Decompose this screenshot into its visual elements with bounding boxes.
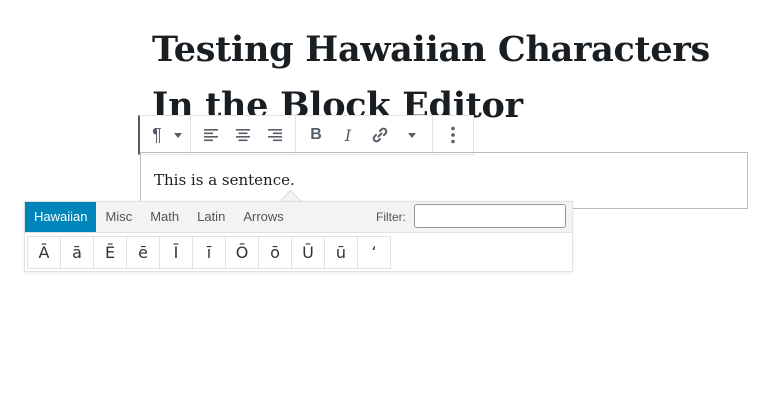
block-type-chevron-icon[interactable]	[170, 117, 186, 153]
more-options-icon[interactable]	[437, 117, 469, 153]
link-icon[interactable]	[364, 117, 396, 153]
align-right-icon[interactable]	[259, 117, 291, 153]
tab-arrows[interactable]: Arrows	[234, 202, 292, 232]
bold-icon[interactable]: B	[300, 117, 332, 153]
italic-icon[interactable]: I	[332, 117, 364, 153]
char-i-macron[interactable]: ī	[192, 236, 226, 269]
align-left-icon[interactable]	[195, 117, 227, 153]
block-type-group: ¶	[140, 116, 191, 154]
post-title-line-1: Testing Hawaiian Characters	[152, 29, 710, 70]
char-A-macron[interactable]: Ā	[27, 236, 61, 269]
paragraph-icon[interactable]: ¶	[144, 117, 170, 153]
character-grid: Ā ā Ē ē Ī ī Ō ō Ū ū ʻ	[25, 233, 572, 269]
popup-header: Hawaiian Misc Math Latin Arrows Filter:	[25, 202, 572, 233]
char-u-macron[interactable]: ū	[324, 236, 358, 269]
paragraph-text[interactable]: This is a sentence.	[154, 171, 295, 189]
filter-input[interactable]	[414, 204, 566, 228]
char-E-macron[interactable]: Ē	[93, 236, 127, 269]
tab-math[interactable]: Math	[141, 202, 188, 232]
tab-hawaiian[interactable]: Hawaiian	[25, 202, 97, 232]
char-o-macron[interactable]: ō	[258, 236, 292, 269]
special-characters-popup: Hawaiian Misc Math Latin Arrows Filter: …	[24, 201, 573, 272]
align-center-icon[interactable]	[227, 117, 259, 153]
alignment-group	[191, 116, 296, 154]
filter-label: Filter:	[376, 210, 406, 224]
char-I-macron[interactable]: Ī	[159, 236, 193, 269]
char-e-macron[interactable]: ē	[126, 236, 160, 269]
options-group	[433, 116, 473, 154]
char-a-macron[interactable]: ā	[60, 236, 94, 269]
tab-misc[interactable]: Misc	[96, 202, 141, 232]
char-U-macron[interactable]: Ū	[291, 236, 325, 269]
tab-latin[interactable]: Latin	[188, 202, 234, 232]
char-O-macron[interactable]: Ō	[225, 236, 259, 269]
formatting-group: B I	[296, 116, 433, 154]
more-formatting-chevron-icon[interactable]	[396, 117, 428, 153]
block-toolbar: ¶ B I	[138, 115, 474, 155]
char-okina[interactable]: ʻ	[357, 236, 391, 269]
